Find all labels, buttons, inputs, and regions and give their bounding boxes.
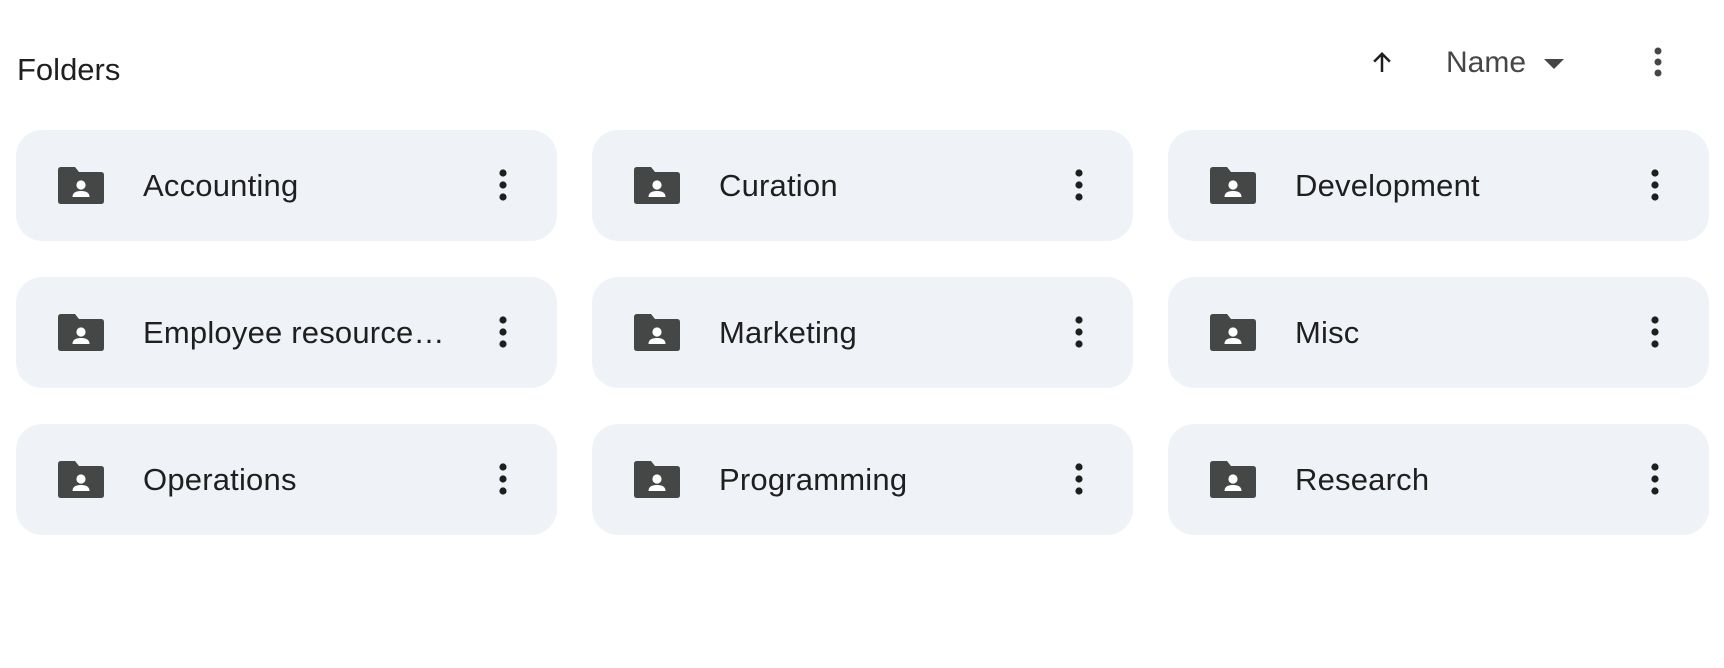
shared-folder-icon bbox=[58, 461, 104, 498]
folder-name: Programming bbox=[719, 461, 908, 497]
folder-name: Accounting bbox=[143, 167, 299, 203]
more-vert-icon bbox=[1075, 316, 1083, 348]
folder-more-button[interactable] bbox=[1633, 163, 1677, 207]
folder-grid: Accounting Curation Development Employee… bbox=[16, 130, 1709, 535]
more-vert-icon bbox=[499, 463, 507, 495]
sort-by-dropdown[interactable]: Name bbox=[1446, 38, 1566, 88]
folder-more-button[interactable] bbox=[481, 457, 525, 501]
folder-card-5[interactable]: Marketing bbox=[592, 277, 1133, 388]
shared-folder-icon bbox=[1210, 461, 1256, 498]
arrow-upward-icon bbox=[1373, 52, 1391, 72]
folder-card-7[interactable]: Operations bbox=[16, 424, 557, 535]
shared-folder-icon bbox=[634, 461, 680, 498]
sort-field-label: Name bbox=[1446, 46, 1527, 79]
folder-more-button[interactable] bbox=[1057, 457, 1101, 501]
folder-card-6[interactable]: Misc bbox=[1168, 277, 1709, 388]
shared-folder-icon bbox=[634, 167, 680, 204]
more-vert-icon bbox=[1651, 316, 1659, 348]
folder-more-button[interactable] bbox=[1057, 310, 1101, 354]
shared-folder-icon bbox=[58, 167, 104, 204]
folder-more-button[interactable] bbox=[481, 310, 525, 354]
more-vert-icon bbox=[1075, 463, 1083, 495]
folder-name: Marketing bbox=[719, 314, 857, 350]
shared-folder-icon bbox=[634, 314, 680, 351]
folders-header: Folders Name bbox=[0, 0, 1724, 120]
folder-card-4[interactable]: Employee resource… bbox=[16, 277, 557, 388]
folder-card-8[interactable]: Programming bbox=[592, 424, 1133, 535]
folder-more-button[interactable] bbox=[1057, 163, 1101, 207]
shared-folder-icon bbox=[1210, 314, 1256, 351]
more-vert-icon bbox=[1651, 169, 1659, 201]
shared-folder-icon bbox=[1210, 167, 1256, 204]
folder-name: Operations bbox=[143, 461, 297, 497]
folder-card-1[interactable]: Accounting bbox=[16, 130, 557, 241]
more-actions-button[interactable] bbox=[1636, 40, 1680, 84]
folder-card-3[interactable]: Development bbox=[1168, 130, 1709, 241]
folder-card-9[interactable]: Research bbox=[1168, 424, 1709, 535]
shared-folder-icon bbox=[58, 314, 104, 351]
folder-name: Curation bbox=[719, 167, 838, 203]
more-vert-icon bbox=[499, 169, 507, 201]
more-vert-icon bbox=[1651, 463, 1659, 495]
more-vert-icon bbox=[1654, 47, 1662, 77]
folder-more-button[interactable] bbox=[1633, 310, 1677, 354]
folder-name: Misc bbox=[1295, 314, 1360, 350]
more-vert-icon bbox=[1075, 169, 1083, 201]
folder-name: Research bbox=[1295, 461, 1430, 497]
sort-direction-button[interactable] bbox=[1360, 40, 1404, 84]
folder-more-button[interactable] bbox=[1633, 457, 1677, 501]
folder-card-2[interactable]: Curation bbox=[592, 130, 1133, 241]
arrow-drop-down-icon bbox=[1544, 59, 1565, 69]
folder-more-button[interactable] bbox=[481, 163, 525, 207]
section-title: Folders bbox=[17, 52, 121, 87]
folder-name: Development bbox=[1295, 167, 1480, 203]
more-vert-icon bbox=[499, 316, 507, 348]
folder-name: Employee resource… bbox=[143, 314, 445, 350]
